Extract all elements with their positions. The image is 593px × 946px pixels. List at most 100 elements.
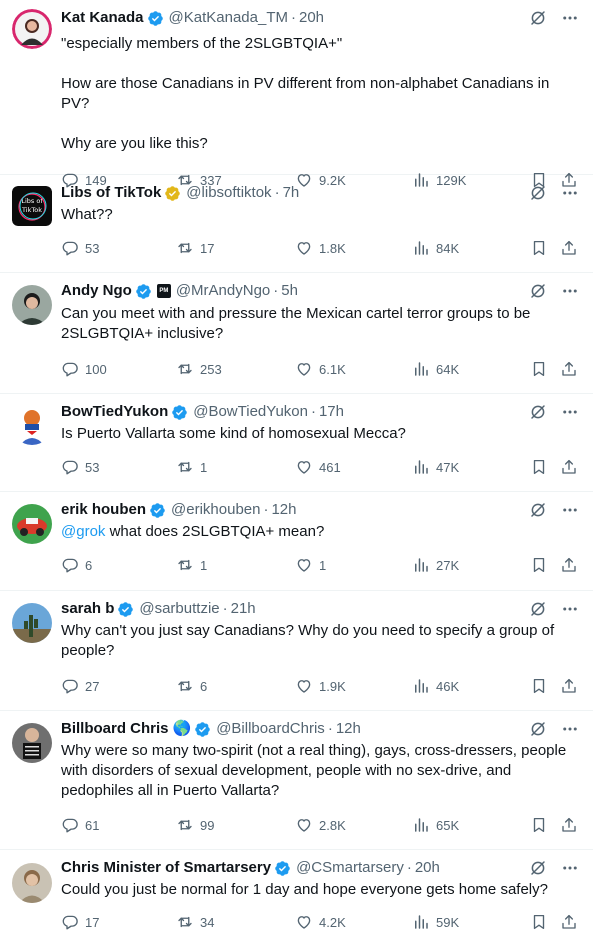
- display-name[interactable]: sarah b: [61, 599, 114, 619]
- avatar[interactable]: [12, 285, 52, 325]
- display-name[interactable]: Kat Kanada: [61, 8, 144, 28]
- avatar[interactable]: [12, 863, 52, 903]
- like-button[interactable]: 1.8K: [295, 228, 346, 268]
- timestamp[interactable]: 5h: [281, 281, 298, 301]
- timestamp[interactable]: 20h: [299, 8, 324, 28]
- timestamp[interactable]: 21h: [231, 599, 256, 619]
- reply-tweet[interactable]: BowTiedYukon @BowTiedYukon · 17h Is Puer…: [0, 394, 593, 492]
- user-handle[interactable]: @KatKanada_TM: [169, 8, 288, 28]
- display-name[interactable]: Andy Ngo: [61, 281, 132, 301]
- bookmark-button[interactable]: [530, 805, 548, 845]
- more-icon[interactable]: [561, 859, 579, 877]
- user-handle[interactable]: @BillboardChris: [216, 719, 325, 739]
- more-icon[interactable]: [561, 403, 579, 421]
- avatar[interactable]: Libs of TikTok: [12, 186, 52, 226]
- reply-tweet[interactable]: Kat Kanada @KatKanada_TM · 20h "especial…: [0, 0, 593, 188]
- share-button[interactable]: [560, 545, 578, 585]
- repost-button[interactable]: 99: [176, 805, 214, 845]
- grok-icon[interactable]: [529, 403, 547, 421]
- views-button[interactable]: 64K: [412, 349, 459, 389]
- bookmark-button[interactable]: [530, 666, 548, 706]
- repost-button[interactable]: 6: [176, 666, 207, 706]
- repost-button[interactable]: 1: [176, 545, 207, 585]
- reply-tweet[interactable]: Libs of TikTok Libs of TikTok @libsoftikt…: [0, 175, 593, 273]
- repost-button[interactable]: 34: [176, 902, 214, 942]
- views-button[interactable]: 47K: [412, 447, 459, 487]
- share-button[interactable]: [560, 902, 578, 942]
- like-button[interactable]: 6.1K: [295, 349, 346, 389]
- reply-tweet[interactable]: sarah b @sarbuttzie · 21h Why can't you …: [0, 591, 593, 711]
- bookmark-button[interactable]: [530, 349, 548, 389]
- grok-icon[interactable]: [529, 9, 547, 27]
- like-button[interactable]: 4.2K: [295, 902, 346, 942]
- grok-icon[interactable]: [529, 501, 547, 519]
- like-button[interactable]: 1: [295, 545, 326, 585]
- reply-button[interactable]: 27: [61, 666, 99, 706]
- like-button[interactable]: 461: [295, 447, 341, 487]
- more-icon[interactable]: [561, 501, 579, 519]
- reply-button[interactable]: 100: [61, 349, 107, 389]
- affiliate-badge[interactable]: PM: [156, 284, 171, 298]
- user-handle[interactable]: @erikhouben: [171, 500, 260, 520]
- display-name[interactable]: erik houben: [61, 500, 146, 520]
- bookmark-button[interactable]: [530, 545, 548, 585]
- more-icon[interactable]: [561, 9, 579, 27]
- reply-button[interactable]: 6: [61, 545, 92, 585]
- reply-tweet[interactable]: Billboard Chris 🌎 @BillboardChris · 12h …: [0, 711, 593, 850]
- display-name[interactable]: Chris Minister of Smartarsery: [61, 858, 271, 878]
- grok-icon[interactable]: [529, 859, 547, 877]
- repost-button[interactable]: 253: [176, 349, 222, 389]
- avatar[interactable]: [12, 603, 52, 643]
- avatar[interactable]: [12, 723, 52, 763]
- views-button[interactable]: 59K: [412, 902, 459, 942]
- share-button[interactable]: [560, 228, 578, 268]
- more-icon[interactable]: [561, 184, 579, 202]
- more-icon[interactable]: [561, 720, 579, 738]
- grok-icon[interactable]: [529, 720, 547, 738]
- reply-button[interactable]: 53: [61, 228, 99, 268]
- timestamp[interactable]: 17h: [319, 402, 344, 422]
- user-handle[interactable]: @libsoftiktok: [186, 183, 271, 203]
- avatar[interactable]: [12, 9, 52, 49]
- timestamp[interactable]: 12h: [336, 719, 361, 739]
- bookmark-button[interactable]: [530, 902, 548, 942]
- bookmark-button[interactable]: [530, 228, 548, 268]
- more-icon[interactable]: [561, 600, 579, 618]
- avatar[interactable]: [12, 405, 52, 445]
- reply-tweet[interactable]: Chris Minister of Smartarsery @CSmartars…: [0, 850, 593, 946]
- user-handle[interactable]: @MrAndyNgo: [176, 281, 270, 301]
- reply-tweet[interactable]: erik houben @erikhouben · 12h @grok what…: [0, 492, 593, 591]
- user-handle[interactable]: @sarbuttzie: [139, 599, 219, 619]
- bookmark-button[interactable]: [530, 447, 548, 487]
- timestamp[interactable]: 20h: [415, 858, 440, 878]
- like-button[interactable]: 1.9K: [295, 666, 346, 706]
- display-name[interactable]: BowTiedYukon: [61, 402, 168, 422]
- mention-link[interactable]: @grok: [61, 523, 105, 540]
- share-button[interactable]: [560, 805, 578, 845]
- share-button[interactable]: [560, 447, 578, 487]
- grok-icon[interactable]: [529, 282, 547, 300]
- views-button[interactable]: 65K: [412, 805, 459, 845]
- share-button[interactable]: [560, 349, 578, 389]
- share-button[interactable]: [560, 666, 578, 706]
- grok-icon[interactable]: [529, 600, 547, 618]
- user-handle[interactable]: @CSmartarsery: [296, 858, 404, 878]
- reply-tweet[interactable]: Andy Ngo PM @MrAndyNgo · 5h Can you meet…: [0, 273, 593, 394]
- views-button[interactable]: 46K: [412, 666, 459, 706]
- user-handle[interactable]: @BowTiedYukon: [193, 402, 308, 422]
- avatar[interactable]: [12, 504, 52, 544]
- views-button[interactable]: 84K: [412, 228, 459, 268]
- display-name[interactable]: Billboard Chris: [61, 719, 169, 739]
- repost-button[interactable]: 1: [176, 447, 207, 487]
- reply-button[interactable]: 61: [61, 805, 99, 845]
- display-name[interactable]: Libs of TikTok: [61, 183, 161, 203]
- more-icon[interactable]: [561, 282, 579, 300]
- timestamp[interactable]: 12h: [271, 500, 296, 520]
- timestamp[interactable]: 7h: [283, 183, 300, 203]
- reply-button[interactable]: 17: [61, 902, 99, 942]
- like-button[interactable]: 2.8K: [295, 805, 346, 845]
- grok-icon[interactable]: [529, 184, 547, 202]
- repost-button[interactable]: 17: [176, 228, 214, 268]
- views-button[interactable]: 27K: [412, 545, 459, 585]
- reply-button[interactable]: 53: [61, 447, 99, 487]
